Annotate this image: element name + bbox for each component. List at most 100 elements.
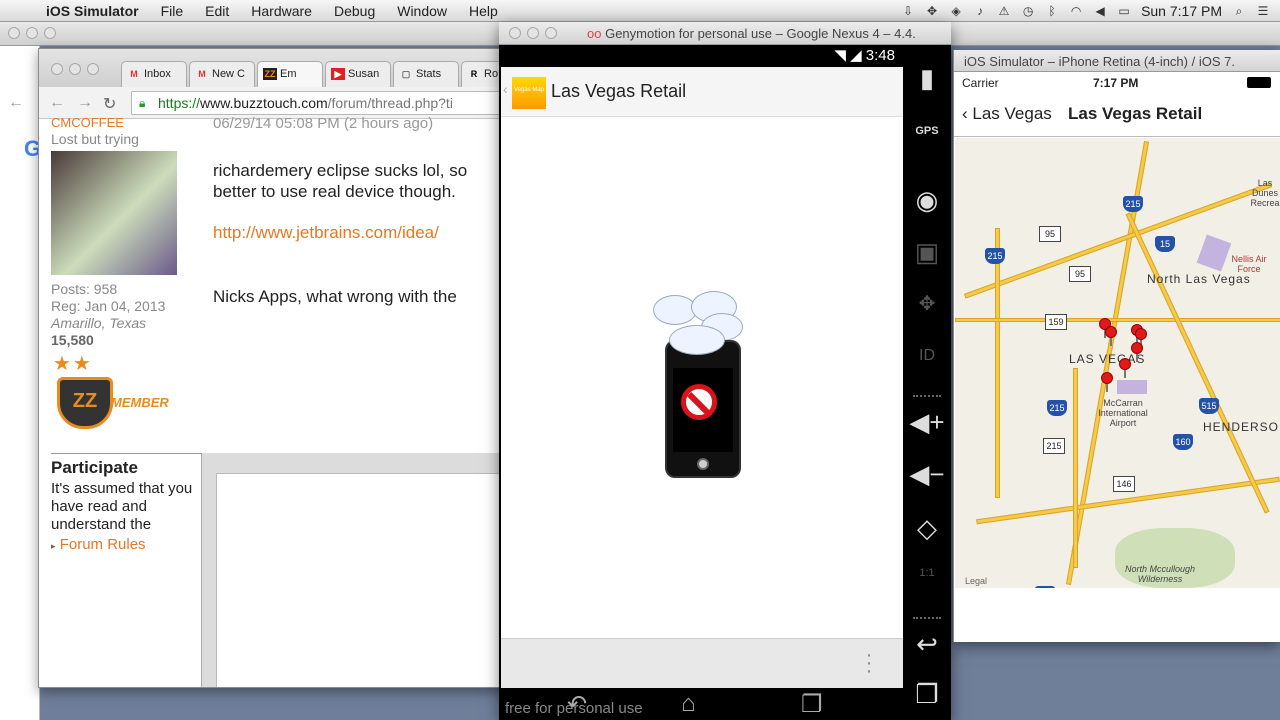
menu-file[interactable]: File	[150, 3, 195, 19]
wifi-icon[interactable]: ◠	[1069, 4, 1083, 18]
route-shield: 160	[1173, 434, 1193, 450]
android-recents-icon[interactable]: ❐	[801, 690, 823, 719]
member-badge-icon: ZZ	[57, 377, 113, 429]
map-pin[interactable]	[1131, 342, 1143, 362]
ios-simulator-titlebar: iOS Simulator – iPhone Retina (4-inch) /…	[954, 50, 1280, 72]
download-icon[interactable]: ⇩	[901, 4, 915, 18]
android-nav-bar: free for personal use ↶ ⌂ ❐	[501, 688, 903, 720]
app-logo-icon[interactable]: Vegas Map	[512, 77, 546, 109]
forum-rules-link[interactable]: Forum Rules	[60, 536, 146, 553]
member-label: MEMBER	[111, 395, 169, 410]
battery-icon[interactable]: ▮	[903, 63, 951, 94]
participate-heading: Participate	[51, 458, 138, 477]
tab-new-compose[interactable]: M New C	[189, 61, 255, 87]
up-caret-icon[interactable]: ‹	[503, 81, 508, 97]
android-back-icon[interactable]: ↶	[567, 690, 587, 719]
warning-icon[interactable]: ⚠	[997, 4, 1011, 18]
reload-icon[interactable]: ↻	[103, 94, 116, 114]
genymotion-logo-icon: oo	[587, 26, 606, 41]
route-shield: 215	[1123, 196, 1143, 212]
post-link[interactable]: http://www.jetbrains.com/idea/	[213, 223, 439, 243]
map-pin[interactable]	[1135, 328, 1147, 348]
post-username[interactable]: CMCOFFEE	[51, 115, 124, 130]
scale-icon[interactable]: 1:1	[903, 567, 951, 579]
volume-down-icon[interactable]: ◀−	[903, 459, 951, 490]
genymotion-sidebar: ▮ GPS ◉ ▣ ✥ ID ◀+ ◀− ◇ 1:1 ↩ ❐	[903, 45, 951, 720]
back-icon[interactable]: ↩	[903, 629, 951, 660]
genymotion-window-controls[interactable]	[509, 27, 557, 39]
menu-hardware[interactable]: Hardware	[240, 3, 323, 19]
address-bar[interactable]: 🔒︎ https://www.buzztouch.com/forum/threa…	[131, 91, 507, 115]
map-label-wilderness: North Mccullough Wilderness	[1124, 564, 1196, 584]
map-label-dunes: Las Dunes Recrea	[1250, 178, 1280, 208]
background-window-controls[interactable]	[8, 27, 56, 39]
time-machine-icon[interactable]: ◷	[1021, 4, 1035, 18]
recent-apps-icon[interactable]: ❐	[903, 679, 951, 710]
user-title: Lost but trying	[51, 131, 139, 147]
map-pin[interactable]	[1105, 326, 1117, 346]
map-legal-link[interactable]: Legal	[965, 576, 987, 586]
tab-youtube[interactable]: ▶ Susan	[325, 61, 391, 87]
android-app-title: Las Vegas Retail	[551, 81, 687, 101]
tab-label: Em	[280, 68, 297, 80]
reply-textarea[interactable]	[216, 473, 507, 687]
map-pin[interactable]	[1119, 358, 1131, 378]
sync-icon[interactable]: ◈	[949, 4, 963, 18]
tab-label: Susan	[348, 68, 380, 80]
page-icon: ▢	[401, 69, 411, 79]
gmail-icon: M	[198, 69, 206, 79]
back-button-icon[interactable]: ←	[49, 94, 65, 112]
android-screen: ◥ ◢ 3:48 ‹ Vegas Map Las Vegas Retail · ·…	[501, 45, 903, 688]
overflow-menu-icon[interactable]: · · ·	[865, 645, 873, 681]
menu-window[interactable]: Window	[386, 3, 458, 19]
bell-icon[interactable]: ♪	[973, 4, 987, 18]
menu-debug[interactable]: Debug	[323, 3, 386, 19]
app-menu[interactable]: iOS Simulator	[40, 3, 150, 19]
volume-up-icon[interactable]: ◀+	[903, 407, 951, 438]
rotate-icon[interactable]: ◇	[903, 513, 951, 544]
cloud-icon	[669, 325, 725, 355]
ios-battery-icon	[1247, 77, 1271, 88]
menubar-clock[interactable]: Sun 7:17 PM	[1141, 3, 1222, 19]
wifi-icon: ◥	[834, 47, 851, 64]
ios-clock: 7:17 PM	[1093, 76, 1139, 90]
map-pin[interactable]	[1101, 372, 1113, 392]
media-icon[interactable]: ▣	[903, 237, 951, 268]
ios-back-button[interactable]: ‹ Las Vegas	[962, 104, 1052, 124]
volume-icon[interactable]: ◀	[1093, 4, 1107, 18]
chrome-browser-window: M Inbox M New C ZZ Em ▶ Susan ▢ Stats R Ro ← →…	[38, 48, 508, 688]
map-label-airport: McCarran International Airport	[1098, 398, 1148, 428]
tab-buzztouch[interactable]: ZZ Em	[257, 61, 323, 87]
star-rating-icon: ★★	[53, 353, 93, 375]
spotlight-search-icon[interactable]: ⌕	[1232, 4, 1246, 18]
back-arrow-icon[interactable]: ←	[8, 94, 24, 112]
route-shield: 215	[985, 248, 1005, 264]
webcam-icon[interactable]: ◉	[903, 185, 951, 216]
avatar[interactable]	[51, 151, 177, 275]
move-icon[interactable]: ✥	[903, 291, 951, 316]
bluetooth-icon[interactable]: ᛒ	[1045, 4, 1059, 18]
forum-post: CMCOFFEE Lost but trying Posts: 958 Reg:…	[39, 115, 507, 687]
android-home-icon[interactable]: ⌂	[681, 690, 696, 718]
tab-inbox[interactable]: M Inbox	[121, 61, 187, 87]
tab-stats[interactable]: ▢ Stats	[393, 61, 459, 87]
notification-center-icon[interactable]: ☰	[1256, 4, 1270, 18]
dropbox-icon[interactable]: ✥	[925, 4, 939, 18]
forward-button-icon[interactable]: →	[77, 94, 93, 112]
lock-icon: 🔒︎	[139, 96, 146, 110]
battery-icon[interactable]: ▭	[1117, 4, 1131, 18]
post-text-line-3: Nicks Apps, what wrong with the	[213, 287, 457, 306]
android-action-bar: ‹ Vegas Map Las Vegas Retail	[501, 67, 903, 117]
id-icon[interactable]: ID	[903, 347, 951, 365]
participate-text: It's assumed that you have read and unde…	[51, 480, 193, 533]
route-shield: 515	[1199, 398, 1219, 414]
user-points: 15,580	[51, 332, 94, 348]
menu-help[interactable]: Help	[458, 3, 509, 19]
triangle-icon: ▸	[51, 541, 56, 551]
tab-label: Ro	[484, 68, 499, 80]
map-view[interactable]: 215 215 15 215 515 160 15 95 95 159 215 …	[955, 138, 1280, 588]
menu-edit[interactable]: Edit	[194, 3, 240, 19]
youtube-icon: ▶	[331, 68, 345, 80]
chrome-window-controls[interactable]	[51, 63, 99, 75]
gps-icon[interactable]: GPS	[903, 125, 951, 137]
